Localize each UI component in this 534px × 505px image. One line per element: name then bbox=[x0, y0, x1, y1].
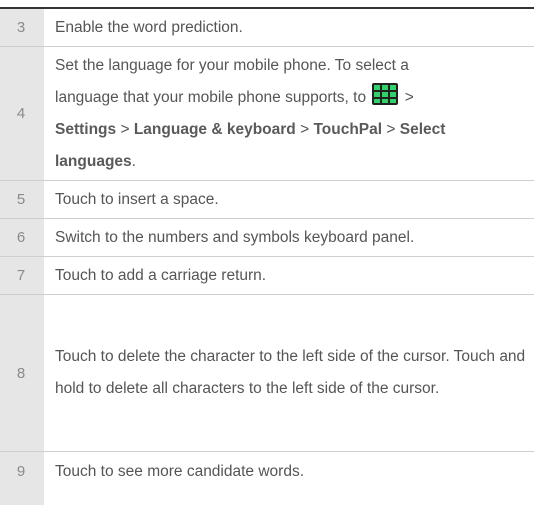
path-touchpal: TouchPal bbox=[313, 120, 383, 138]
path-separator: > bbox=[120, 120, 130, 138]
row-number: 4 bbox=[0, 47, 44, 180]
row-text: Switch to the numbers and symbols keyboa… bbox=[55, 229, 415, 246]
sentence-end: . bbox=[131, 152, 136, 170]
path-separator: > bbox=[386, 120, 396, 138]
row-number: 9 bbox=[0, 452, 44, 490]
row-text: Set the language for your mobile phone. … bbox=[55, 50, 528, 178]
row-text: Touch to insert a space. bbox=[55, 191, 219, 208]
table-row: 8 Touch to delete the character to the l… bbox=[0, 295, 534, 451]
table-row: 4 Set the language for your mobile phone… bbox=[0, 47, 534, 180]
table-row: 9 Touch to see more candidate words. bbox=[0, 452, 534, 490]
path-settings: Settings bbox=[55, 120, 117, 138]
table-row: 3 Enable the word prediction. bbox=[0, 9, 534, 46]
path-language-keyboard: Language & keyboard bbox=[133, 120, 296, 138]
path-separator: > bbox=[404, 88, 414, 106]
row-text: Touch to see more candidate words. bbox=[55, 462, 304, 480]
row-text-line1: Set the language for your mobile phone. … bbox=[55, 56, 409, 74]
app-grid-icon bbox=[372, 82, 399, 105]
row-number: 5 bbox=[0, 181, 44, 218]
path-separator: > bbox=[300, 120, 310, 138]
table-row: 6 Switch to the numbers and symbols keyb… bbox=[0, 219, 534, 256]
row-text: Touch to delete the character to the lef… bbox=[55, 348, 526, 397]
table-row: 5 Touch to insert a space. bbox=[0, 181, 534, 218]
row-text-line2: language that your mobile phone supports… bbox=[55, 88, 367, 106]
row-number: 8 bbox=[0, 295, 44, 451]
row-number: 7 bbox=[0, 257, 44, 294]
row-number: 3 bbox=[0, 9, 44, 46]
table-row: 7 Touch to add a carriage return. bbox=[0, 257, 534, 294]
row-text: Touch to add a carriage return. bbox=[55, 267, 267, 284]
row-text: Enable the word prediction. bbox=[55, 19, 243, 36]
row-number: 6 bbox=[0, 219, 44, 256]
index-column-tail bbox=[0, 490, 44, 505]
